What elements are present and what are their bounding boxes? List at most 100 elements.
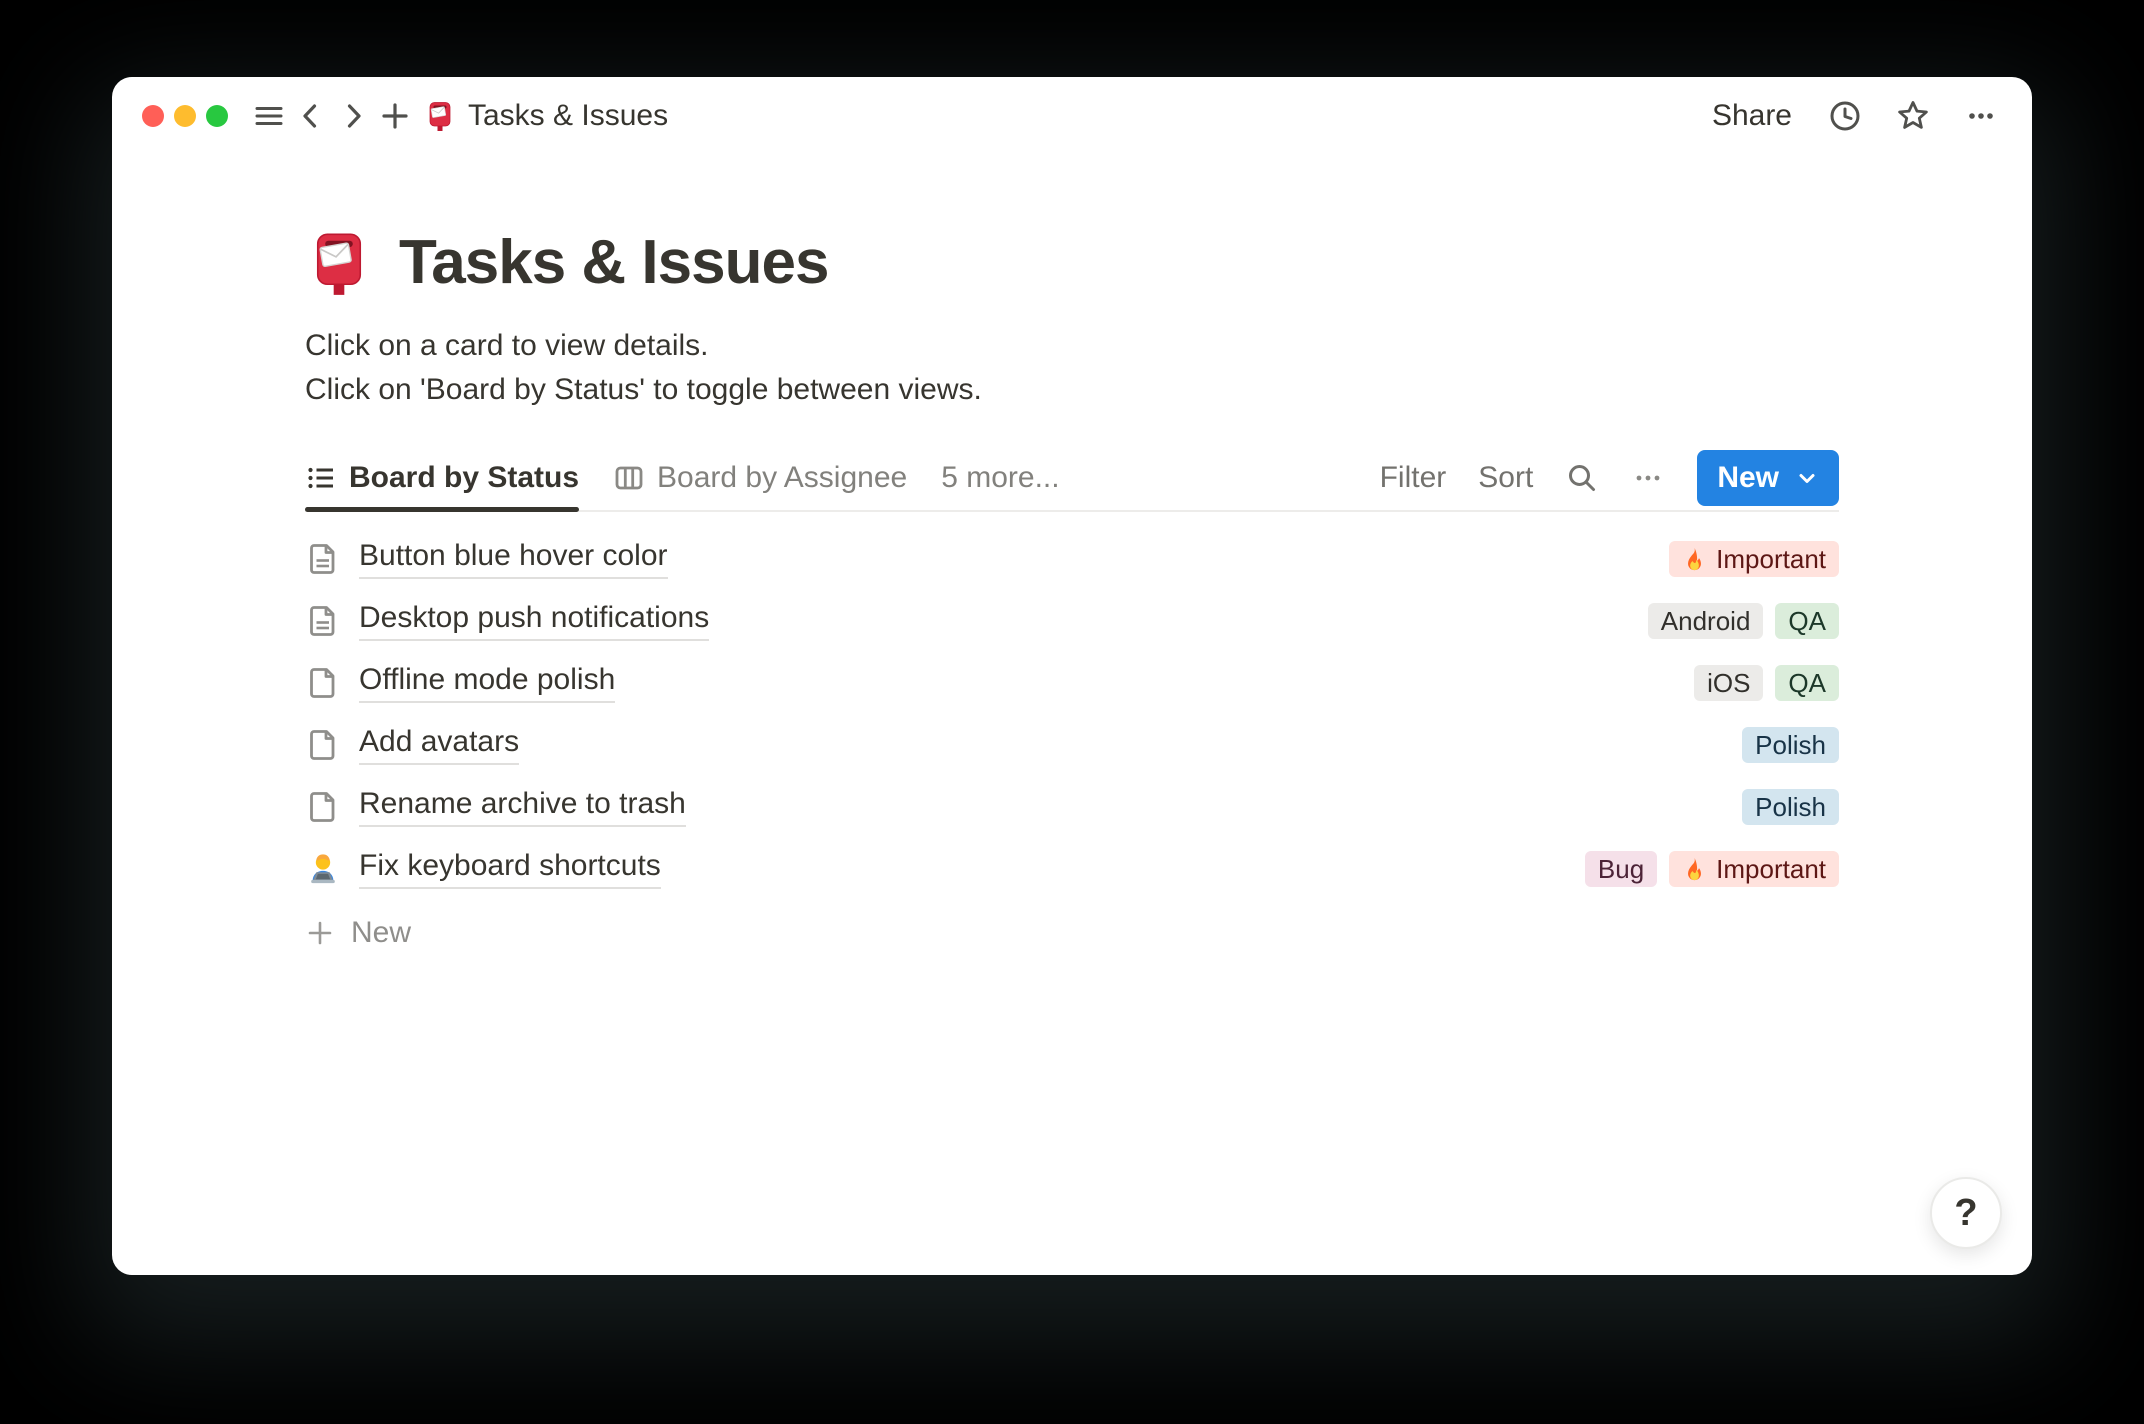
more-options-icon[interactable] bbox=[1631, 461, 1665, 495]
view-controls: Filter Sort New bbox=[1380, 450, 1839, 506]
tag-pill[interactable]: iOS bbox=[1694, 665, 1764, 701]
tag-label: QA bbox=[1788, 605, 1826, 636]
tag-pill[interactable]: QA bbox=[1775, 665, 1839, 701]
help-button[interactable]: ? bbox=[1930, 1177, 2002, 1249]
row-icon-slot bbox=[305, 542, 341, 576]
tag-label: Bug bbox=[1597, 853, 1645, 884]
page-text-icon bbox=[310, 606, 335, 636]
row-icon-slot bbox=[305, 604, 341, 638]
list-item[interactable]: Rename archive to trash Polish bbox=[305, 776, 1839, 838]
row-tags: iOS QA bbox=[1694, 665, 1839, 701]
mailbox-icon[interactable] bbox=[305, 229, 373, 297]
toolbar-actions: Share bbox=[1706, 94, 2002, 138]
tab-label: Board by Assignee bbox=[657, 461, 908, 494]
tag-label: Android bbox=[1660, 605, 1751, 636]
tag-label: Polish bbox=[1755, 791, 1826, 822]
tab-icon-slot bbox=[613, 462, 645, 494]
row-tags: Android QA bbox=[1647, 603, 1839, 639]
notion-window: Tasks & Issues Share Tasks & Issues Clic… bbox=[112, 77, 2032, 1275]
forward-icon[interactable] bbox=[332, 94, 374, 138]
hamburger-menu-icon[interactable] bbox=[248, 94, 290, 138]
minimize-window-button[interactable] bbox=[174, 105, 196, 127]
row-tags: Bug Important bbox=[1584, 851, 1839, 887]
list-item[interactable]: Desktop push notifications Android QA bbox=[305, 590, 1839, 652]
close-window-button[interactable] bbox=[142, 105, 164, 127]
view-tabs: Board by Status Board by Assignee 5 more… bbox=[305, 446, 1094, 512]
new-page-icon[interactable] bbox=[374, 94, 416, 138]
new-button-label: New bbox=[1717, 461, 1779, 494]
sort-button[interactable]: Sort bbox=[1478, 461, 1533, 495]
view-tab[interactable]: 5 more... bbox=[941, 446, 1059, 510]
page-header: Tasks & Issues bbox=[305, 227, 1839, 298]
tab-label: Board by Status bbox=[349, 461, 580, 494]
list-view-icon bbox=[308, 467, 333, 489]
fire-icon bbox=[1688, 857, 1702, 880]
zoom-window-button[interactable] bbox=[206, 105, 228, 127]
view-tab[interactable]: Board by Assignee bbox=[613, 446, 907, 510]
history-clock-icon[interactable] bbox=[1824, 94, 1866, 138]
page-content: Tasks & Issues Click on a card to view d… bbox=[305, 227, 1839, 950]
row-tags: Polish bbox=[1742, 727, 1839, 763]
favorite-star-icon[interactable] bbox=[1892, 94, 1934, 138]
list-item[interactable]: Fix keyboard shortcuts Bug Important bbox=[305, 838, 1839, 900]
tag-label: QA bbox=[1788, 667, 1826, 698]
tag-label: Polish bbox=[1755, 729, 1826, 760]
tag-pill[interactable]: Polish bbox=[1742, 789, 1839, 825]
plus-icon bbox=[308, 921, 332, 945]
search-icon[interactable] bbox=[1565, 461, 1599, 495]
breadcrumb[interactable]: Tasks & Issues bbox=[424, 99, 668, 133]
row-title[interactable]: Offline mode polish bbox=[359, 663, 616, 703]
traffic-lights bbox=[142, 105, 228, 127]
add-new-row-button[interactable]: New bbox=[305, 916, 1839, 950]
page-icon bbox=[310, 792, 335, 822]
row-icon-slot bbox=[305, 728, 341, 762]
tag-label: iOS bbox=[1707, 667, 1751, 698]
row-title[interactable]: Rename archive to trash bbox=[359, 787, 686, 827]
list-item[interactable]: Offline mode polish iOS QA bbox=[305, 652, 1839, 714]
tag-pill[interactable]: QA bbox=[1775, 603, 1839, 639]
row-icon-slot bbox=[305, 852, 341, 886]
mailbox-icon bbox=[316, 233, 362, 295]
row-icon-slot bbox=[305, 790, 341, 824]
list-item[interactable]: Button blue hover color Important bbox=[305, 528, 1839, 590]
board-view-icon bbox=[615, 466, 643, 490]
row-tags: Important bbox=[1669, 541, 1839, 577]
tag-pill[interactable]: Polish bbox=[1742, 727, 1839, 763]
view-tabbar: Board by Status Board by Assignee 5 more… bbox=[305, 446, 1839, 512]
fire-icon bbox=[1688, 547, 1702, 570]
tab-label: 5 more... bbox=[941, 461, 1060, 494]
filter-button[interactable]: Filter bbox=[1380, 461, 1447, 495]
page-icon bbox=[310, 668, 335, 698]
page-text-icon bbox=[310, 544, 335, 574]
list-item[interactable]: Add avatars Polish bbox=[305, 714, 1839, 776]
description-line: Click on 'Board by Status' to toggle bet… bbox=[305, 373, 982, 406]
window-toolbar: Tasks & Issues Share bbox=[112, 77, 2032, 155]
tag-pill[interactable]: Android bbox=[1647, 603, 1764, 639]
page-description: Click on a card to view details. Click o… bbox=[305, 324, 1839, 412]
new-button[interactable]: New bbox=[1697, 450, 1839, 506]
page-title[interactable]: Tasks & Issues bbox=[399, 227, 829, 298]
row-title[interactable]: Fix keyboard shortcuts bbox=[359, 849, 661, 889]
description-line: Click on a card to view details. bbox=[305, 329, 709, 362]
tag-pill[interactable]: Important bbox=[1669, 851, 1839, 887]
page-icon bbox=[310, 730, 335, 760]
tag-pill[interactable]: Important bbox=[1669, 541, 1839, 577]
mailbox-icon bbox=[424, 100, 456, 132]
row-title[interactable]: Button blue hover color bbox=[359, 539, 668, 579]
back-icon[interactable] bbox=[290, 94, 332, 138]
row-title[interactable]: Desktop push notifications bbox=[359, 601, 710, 641]
row-icon-slot bbox=[305, 666, 341, 700]
tag-pill[interactable]: Bug bbox=[1584, 851, 1658, 887]
row-title[interactable]: Add avatars bbox=[359, 725, 520, 765]
desktop-background: Tasks & Issues Share Tasks & Issues Clic… bbox=[0, 0, 2144, 1424]
new-row-label: New bbox=[351, 916, 412, 949]
chevron-down-icon bbox=[1799, 474, 1815, 483]
task-list: Button blue hover color Important Deskto… bbox=[305, 528, 1839, 900]
view-tab[interactable]: Board by Status bbox=[305, 446, 580, 512]
mailbox-icon bbox=[429, 102, 451, 131]
share-button[interactable]: Share bbox=[1706, 99, 1798, 133]
tag-label: Important bbox=[1716, 543, 1826, 574]
tag-label: Important bbox=[1716, 853, 1826, 884]
row-tags: Polish bbox=[1742, 789, 1839, 825]
more-options-icon[interactable] bbox=[1960, 94, 2002, 138]
